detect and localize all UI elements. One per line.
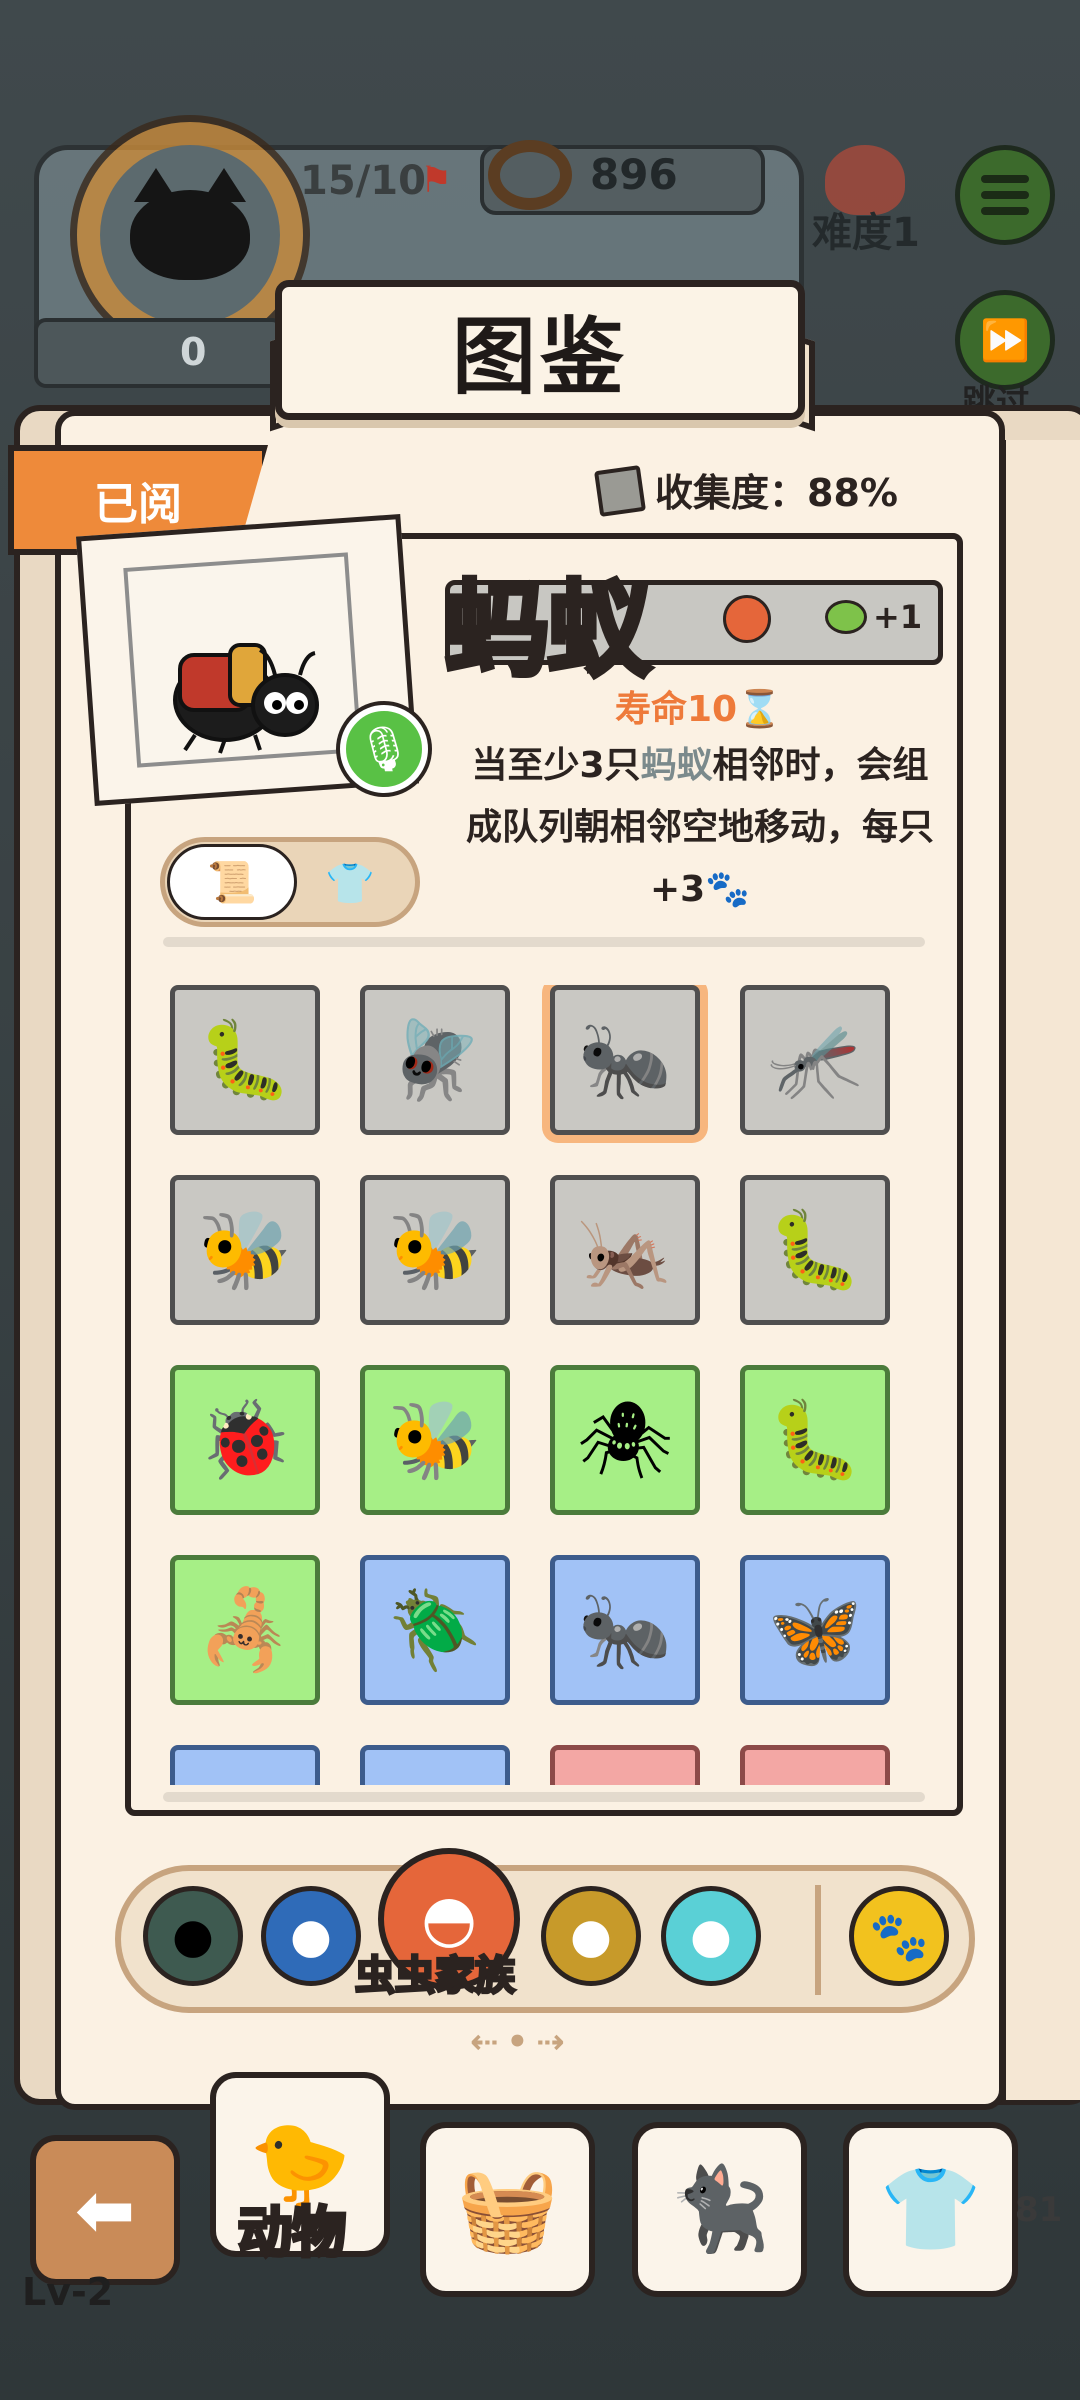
grid-cell[interactable]: 🐜 xyxy=(550,1555,700,1705)
spider-icon: 🕷 xyxy=(576,1395,674,1484)
score-value: 0 xyxy=(180,330,207,374)
shirt-button[interactable]: 👕 xyxy=(843,2122,1018,2297)
black-caterpillar-icon: 🐛 xyxy=(767,1205,863,1294)
grid-cell[interactable]: 🦋 xyxy=(740,1555,890,1705)
back-button[interactable]: ⬅ xyxy=(30,2135,180,2285)
paw-icon: 🐾 xyxy=(705,869,751,910)
grid-cell[interactable]: 🦗 xyxy=(550,1175,700,1325)
creature-name: 蚂蚁 xyxy=(442,567,653,694)
collection-rate: 收集度：88% xyxy=(655,471,898,515)
divider xyxy=(163,937,925,947)
avatar[interactable] xyxy=(100,145,280,325)
clover-icon xyxy=(825,600,867,634)
hourglass-icon: ⌛ xyxy=(737,689,782,730)
coin-count: 896 xyxy=(590,150,678,199)
beetle-icon: 🪲 xyxy=(387,1585,483,1674)
queen-bee-icon: 🐝 xyxy=(387,1395,483,1484)
category-ghost-icon[interactable]: ● xyxy=(661,1886,761,1986)
ant-icon: 🐜 xyxy=(577,1015,673,1104)
desc-highlight: 蚂蚁 xyxy=(640,745,713,786)
black-cat-icon xyxy=(130,168,250,280)
category-separator xyxy=(815,1885,821,1995)
ring-icon xyxy=(488,140,572,210)
score-box xyxy=(34,318,284,388)
book-icon xyxy=(594,465,646,517)
scorpion-silhouette-icon: 🦂 xyxy=(197,1585,293,1674)
grid-cell[interactable] xyxy=(550,1745,700,1785)
page-indicator[interactable]: ⇠•⇢ xyxy=(470,2022,573,2062)
grid-cell[interactable]: 🐛 xyxy=(170,985,320,1135)
desc-part1: 当至少3只 xyxy=(471,745,641,786)
grid-cell[interactable]: 🕷 xyxy=(550,1365,700,1515)
mosquito-icon: 🦟 xyxy=(767,1015,863,1104)
progress-count: 15/10 xyxy=(300,158,426,204)
level-label: Lv-2 xyxy=(22,2270,114,2314)
category-fossil-icon[interactable]: ● xyxy=(541,1886,641,1986)
ladybug-icon: 🐞 xyxy=(197,1395,293,1484)
grid-cell[interactable]: 🪰 xyxy=(360,985,510,1135)
grid-cell[interactable]: 🐝 xyxy=(360,1175,510,1325)
page-title: 图鉴 xyxy=(451,308,628,406)
difficulty-label[interactable]: 难度1 xyxy=(812,200,920,258)
category-bar: ● ● ● ● 🐾 xyxy=(115,1865,975,2013)
grid-cell[interactable]: 🦟 xyxy=(740,985,890,1135)
grid-cell[interactable] xyxy=(740,1745,890,1785)
basket-button[interactable]: 🧺 xyxy=(420,2122,595,2297)
grid-cell[interactable]: 🐛 xyxy=(740,1365,890,1515)
creature-grid: 🐛 🪰 🐜 🦟 🐝 🐝 🦗 🐛 🐞 🐝 🕷 🐛 🦂 🪲 🐜 🦋 xyxy=(170,985,900,1785)
creature-description: 当至少3只蚂蚁相邻时，会组成队列朝相邻空地移动，每只+3🐾 xyxy=(455,735,945,921)
side-number: 81 xyxy=(1015,2190,1063,2230)
certificate-icon[interactable]: 📜 xyxy=(167,844,297,920)
grid-cell[interactable] xyxy=(360,1745,510,1785)
grid-cell[interactable]: 🐜 xyxy=(550,985,700,1135)
fly-icon: 🪰 xyxy=(387,1015,483,1104)
lifespan-text: 寿命10 xyxy=(615,689,738,730)
shirt-icon[interactable]: 👕 xyxy=(305,845,395,921)
game-screen: 15/10 ⚑ 896 0 难度1 ⏩ 跳过 图鉴 已阅 收集度：88% 🎙 📜… xyxy=(0,0,1080,2400)
book-right-page xyxy=(1000,440,1080,2100)
caterpillar-icon: 🐛 xyxy=(197,1015,293,1104)
grasshopper-icon: 🦗 xyxy=(577,1205,673,1294)
black-larva-icon: 🐛 xyxy=(767,1395,863,1484)
grid-cell[interactable]: 🦂 xyxy=(170,1555,320,1705)
queen-ant-icon: 🐜 xyxy=(577,1585,673,1674)
category-dark-green-icon[interactable]: ● xyxy=(143,1886,243,1986)
flag-icon: ⚑ xyxy=(420,160,453,201)
bug-family-icon xyxy=(723,595,771,643)
grid-cell[interactable]: 🐛 xyxy=(740,1175,890,1325)
grid-cell[interactable]: 🐝 xyxy=(360,1365,510,1515)
menu-button[interactable] xyxy=(955,145,1055,245)
grid-cell[interactable]: 🐞 xyxy=(170,1365,320,1515)
animal-tab-label: 动物 xyxy=(236,2199,348,2266)
grid-cell[interactable] xyxy=(170,1745,320,1785)
category-fish-icon[interactable]: ● xyxy=(261,1886,361,1986)
wasp-icon: 🐝 xyxy=(197,1205,293,1294)
microphone-icon[interactable]: 🎙 xyxy=(340,705,428,793)
grid-scrollbar[interactable] xyxy=(163,1792,925,1802)
cat-bowl-button[interactable]: 🐈‍⬛ xyxy=(632,2122,807,2297)
butterfly-icon: 🦋 xyxy=(767,1585,863,1674)
grid-cell[interactable]: 🐝 xyxy=(170,1175,320,1325)
grid-cell[interactable]: 🪲 xyxy=(360,1555,510,1705)
category-paw-icon[interactable]: 🐾 xyxy=(849,1886,949,1986)
bee-icon: 🐝 xyxy=(387,1205,483,1294)
ant-portrait-icon xyxy=(165,615,325,755)
bonus-value: +1 xyxy=(873,598,923,636)
category-selected-label: 虫虫家族 xyxy=(354,1952,517,2001)
lifespan-label: 寿命10⌛ xyxy=(615,680,782,732)
